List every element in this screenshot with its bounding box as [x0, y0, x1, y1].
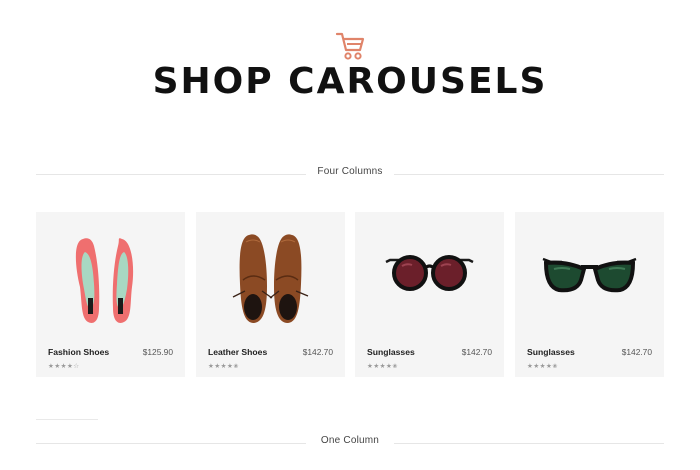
pink-heels-image[interactable]: [36, 212, 185, 340]
section-title: Four Columns: [317, 166, 383, 177]
product-card[interactable]: Sunglasses $142.70 ★★★★✬: [355, 212, 504, 377]
product-name[interactable]: Sunglasses: [527, 347, 575, 357]
product-card[interactable]: Fashion Shoes $125.90 ★★★★☆: [36, 212, 185, 377]
product-name[interactable]: Leather Shoes: [208, 347, 267, 357]
product-price: $142.70: [461, 347, 492, 357]
red-sunglasses-image[interactable]: [355, 212, 504, 340]
product-name[interactable]: Fashion Shoes: [48, 347, 109, 357]
product-card[interactable]: Sunglasses $142.70 ★★★★✬: [515, 212, 664, 377]
rating-stars-icon: ★★★★✬: [367, 363, 399, 370]
shopping-cart-icon: [335, 32, 365, 60]
product-price: $142.70: [621, 347, 652, 357]
product-carousel: Fashion Shoes $125.90 ★★★★☆ Leather Shoe…: [36, 212, 664, 377]
page-title: SHOP CAROUSELS: [152, 61, 548, 102]
rating-stars-icon: ★★★★✬: [527, 363, 559, 370]
product-price: $125.90: [142, 347, 173, 357]
rating-stars-icon: ★★★★✬: [208, 363, 240, 370]
divider-line: [394, 174, 664, 175]
section-header-four-columns: Four Columns: [36, 164, 664, 184]
divider-line: [394, 443, 664, 444]
divider-line: [36, 419, 98, 420]
section-title: One Column: [320, 435, 380, 446]
product-card[interactable]: Leather Shoes $142.70 ★★★★✬: [196, 212, 345, 377]
brown-brogues-image[interactable]: [196, 212, 345, 340]
product-name[interactable]: Sunglasses: [367, 347, 415, 357]
green-sunglasses-image[interactable]: [515, 212, 664, 340]
section-header-one-column: One Column: [36, 433, 664, 453]
rating-stars-icon: ★★★★☆: [48, 363, 80, 370]
product-price: $142.70: [302, 347, 333, 357]
